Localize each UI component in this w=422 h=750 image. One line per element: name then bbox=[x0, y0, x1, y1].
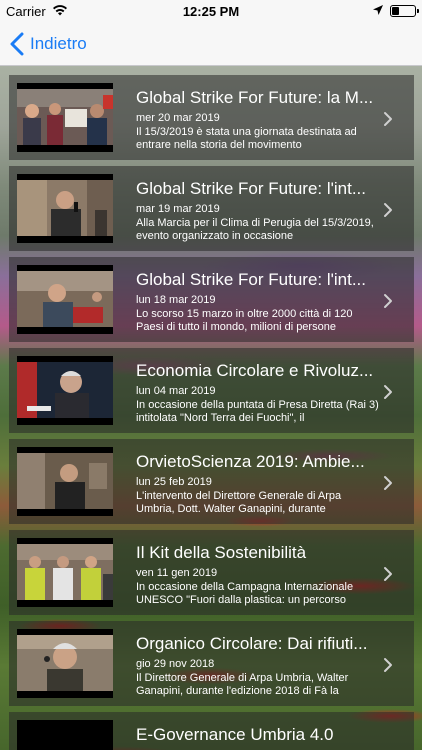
list-item[interactable]: Global Strike For Future: la M... mer 20… bbox=[9, 75, 414, 160]
item-description: In occasione della Campagna Internaziona… bbox=[136, 581, 354, 606]
item-title: OrvietoScienza 2019: Ambie... bbox=[136, 452, 365, 471]
chevron-right-icon bbox=[384, 112, 392, 126]
item-description: L'intervento del Direttore Generale di A… bbox=[136, 490, 342, 515]
item-date: gio 29 nov 2018 bbox=[136, 658, 215, 670]
video-thumbnail bbox=[17, 174, 113, 243]
item-date: lun 04 mar 2019 bbox=[136, 385, 216, 397]
list-item[interactable]: Economia Circolare e Rivoluz... lun 04 m… bbox=[9, 348, 414, 433]
video-thumbnail bbox=[17, 538, 113, 607]
item-description: Il Direttore Generale di Arpa Umbria, Wa… bbox=[136, 672, 349, 697]
item-date: lun 25 feb 2019 bbox=[136, 476, 212, 488]
item-description: Alla Marcia per il Clima di Perugia del … bbox=[136, 217, 374, 242]
item-title: Economia Circolare e Rivoluz... bbox=[136, 361, 374, 380]
list-item[interactable]: OrvietoScienza 2019: Ambie... lun 25 feb… bbox=[9, 439, 414, 524]
chevron-right-icon bbox=[384, 567, 392, 581]
item-date: mar 19 mar 2019 bbox=[136, 203, 220, 215]
navigation-bar: Indietro bbox=[0, 22, 422, 66]
chevron-right-icon bbox=[384, 203, 392, 217]
list-item[interactable]: Global Strike For Future: l'int... lun 1… bbox=[9, 257, 414, 342]
item-title: Global Strike For Future: la M... bbox=[136, 88, 374, 107]
video-thumbnail bbox=[17, 720, 113, 750]
item-title: Global Strike For Future: l'int... bbox=[136, 179, 366, 198]
carrier-label: Carrier bbox=[6, 4, 46, 19]
location-arrow-icon bbox=[373, 5, 383, 15]
status-bar: Carrier 12:25 PM bbox=[0, 0, 422, 22]
back-button-label: Indietro bbox=[30, 34, 87, 53]
video-thumbnail bbox=[17, 83, 113, 152]
video-thumbnail bbox=[17, 265, 113, 334]
chevron-right-icon bbox=[384, 476, 392, 490]
item-date: ven 11 gen 2019 bbox=[136, 567, 218, 579]
item-title: Global Strike For Future: l'int... bbox=[136, 270, 366, 289]
chevron-left-icon bbox=[10, 32, 24, 56]
list-item[interactable]: Global Strike For Future: l'int... mar 1… bbox=[9, 166, 414, 251]
battery-icon bbox=[390, 5, 419, 17]
chevron-right-icon bbox=[384, 294, 392, 308]
back-button[interactable]: Indietro bbox=[10, 30, 87, 58]
video-thumbnail bbox=[17, 447, 113, 516]
list-item[interactable]: Il Kit della Sostenibilità ven 11 gen 20… bbox=[9, 530, 414, 615]
item-description: In occasione della puntata di Presa Dire… bbox=[136, 399, 379, 424]
wifi-icon bbox=[53, 5, 67, 16]
video-thumbnail bbox=[17, 629, 113, 698]
item-date: lun 18 mar 2019 bbox=[136, 294, 216, 306]
chevron-right-icon bbox=[384, 658, 392, 672]
item-title: E-Governance Umbria 4.0 bbox=[136, 725, 334, 744]
item-title: Organico Circolare: Dai rifiuti... bbox=[136, 634, 368, 653]
item-title: Il Kit della Sostenibilità bbox=[136, 543, 307, 562]
item-date: mer 20 mar 2019 bbox=[136, 112, 220, 124]
chevron-right-icon bbox=[384, 385, 392, 399]
list-item[interactable]: Organico Circolare: Dai rifiuti... gio 2… bbox=[9, 621, 414, 706]
item-description: Il 15/3/2019 è stata una giornata destin… bbox=[136, 126, 357, 151]
item-description: Lo scorso 15 marzo in oltre 2000 città d… bbox=[136, 308, 353, 333]
video-thumbnail bbox=[17, 356, 113, 425]
list-item[interactable]: E-Governance Umbria 4.0 bbox=[9, 712, 414, 750]
